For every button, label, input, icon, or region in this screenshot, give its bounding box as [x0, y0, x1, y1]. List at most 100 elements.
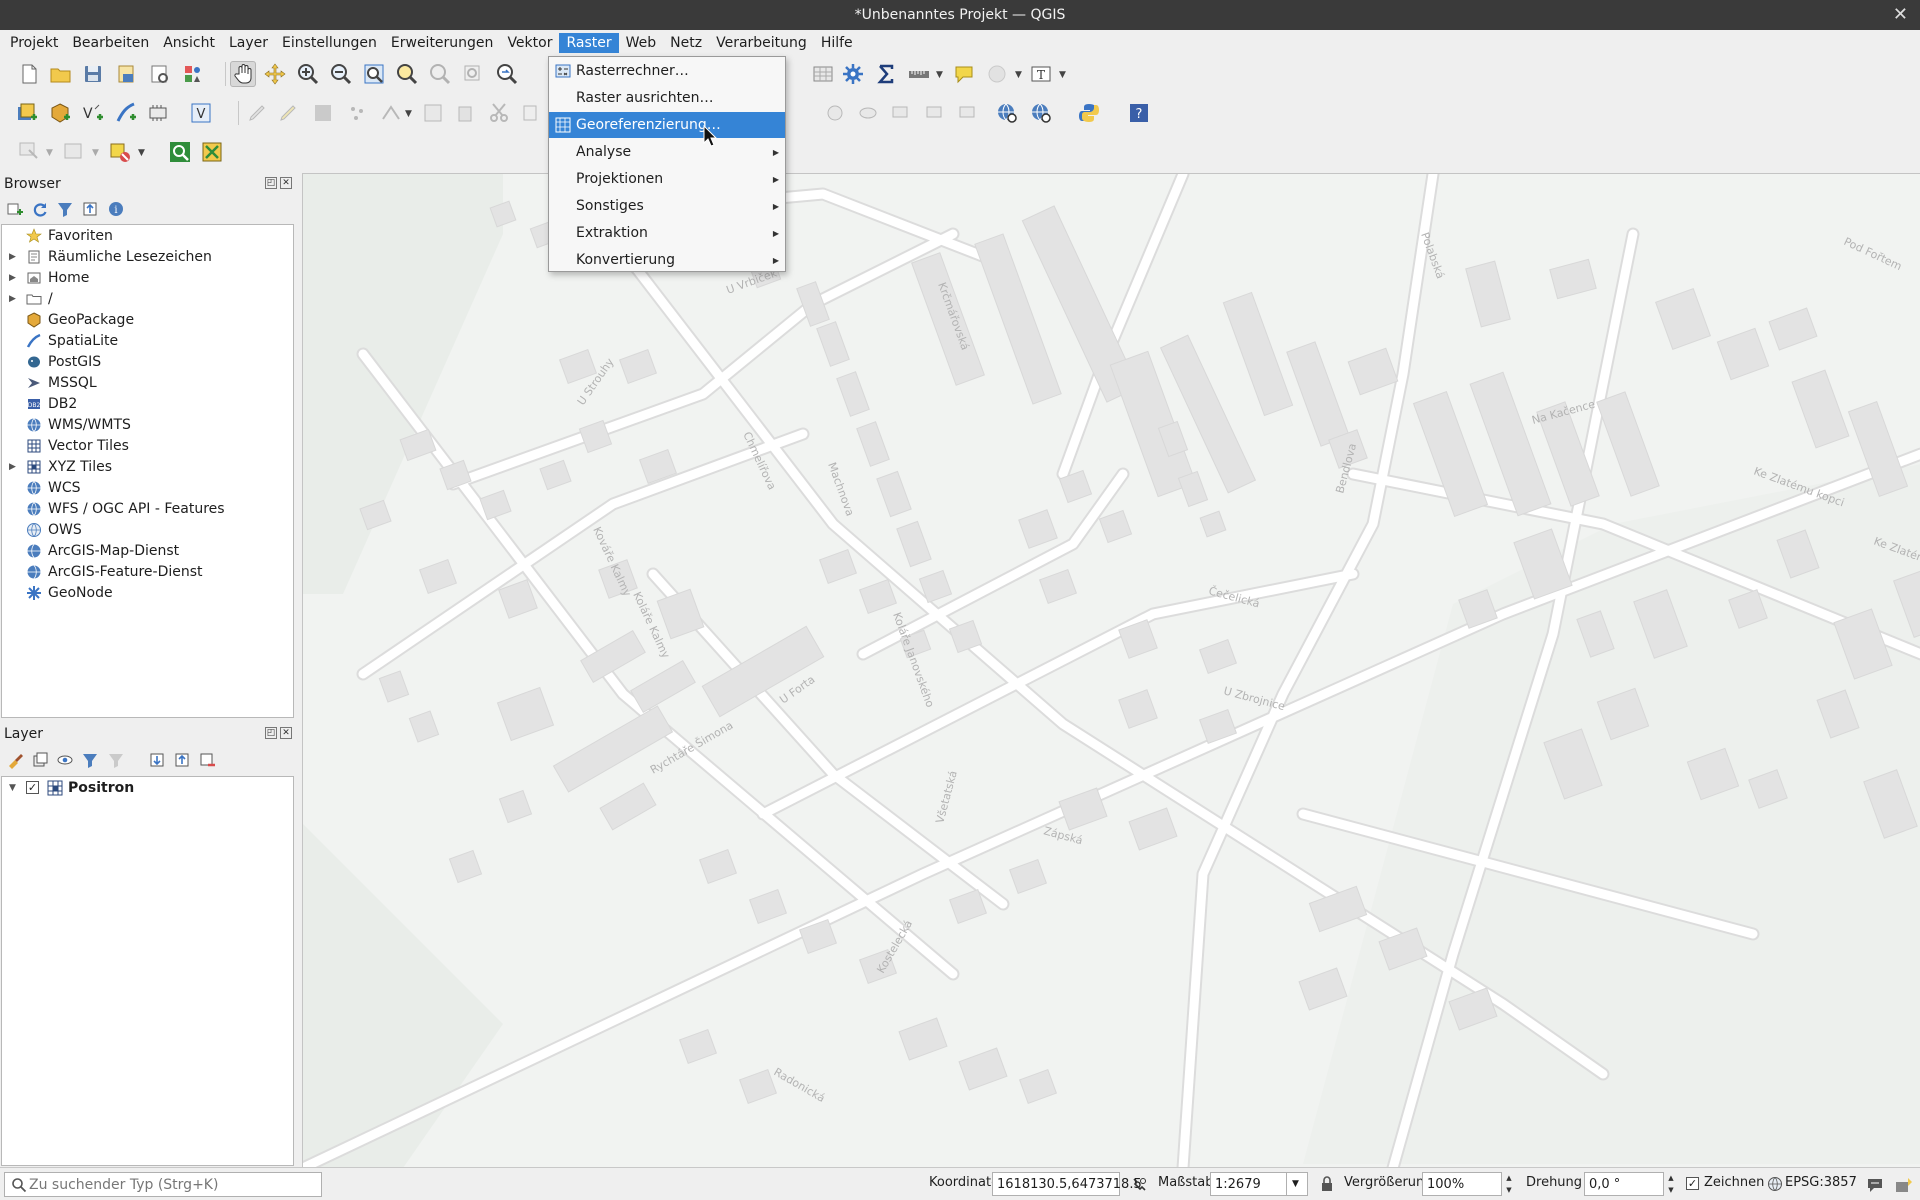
open-project-icon[interactable] [48, 61, 74, 87]
filter-browser-icon[interactable] [55, 199, 75, 219]
style-manager-icon[interactable] [180, 61, 206, 87]
browser-close-icon[interactable]: ✕ [280, 177, 292, 189]
new-spatialite-layer-icon[interactable] [113, 100, 139, 126]
menu-hilfe[interactable]: Hilfe [814, 33, 860, 53]
expand-arrow-icon[interactable]: ▶ [9, 252, 16, 262]
menu-netz[interactable]: Netz [663, 33, 709, 53]
text-annotation-icon[interactable]: T [1028, 61, 1054, 87]
browser-item[interactable]: Favoriten [2, 226, 292, 246]
render-checkbox[interactable]: ✓ [1686, 1177, 1699, 1190]
browser-item[interactable]: PostGIS [2, 352, 292, 372]
menu-item-projektionen[interactable]: Projektionen ▶ [549, 166, 785, 192]
browser-item[interactable]: ArcGIS-Map-Dienst [2, 541, 292, 561]
rotation-spin-icon[interactable]: ▲ ▼ [1665, 1172, 1677, 1196]
cut-features-icon[interactable] [486, 100, 512, 126]
menu-item-analyse[interactable]: Analyse ▶ [549, 139, 785, 165]
save-project-icon[interactable] [80, 61, 106, 87]
processing-toolbox-icon[interactable] [199, 139, 225, 165]
settings-gear-icon[interactable] [840, 61, 866, 87]
vertex-dropdown-arrow-icon[interactable]: ▼ [405, 109, 412, 119]
modify-attributes-icon[interactable] [420, 100, 446, 126]
zoom-native-icon[interactable] [460, 61, 486, 87]
browser-item[interactable]: WMS/WMTS [2, 415, 292, 435]
window-close-icon[interactable]: ✕ [1893, 4, 1908, 25]
save-edits-icon[interactable] [310, 100, 336, 126]
measure-dropdown-arrow-icon[interactable]: ▼ [936, 70, 943, 80]
zoom-full-icon[interactable] [361, 61, 387, 87]
new-print-layout-icon[interactable] [113, 61, 139, 87]
browser-item[interactable]: SpatiaLite [2, 331, 292, 351]
expand-arrow-icon[interactable]: ▶ [9, 273, 16, 283]
remove-layer-icon[interactable] [197, 750, 217, 770]
browser-item[interactable]: WFS / OGC API - Features [2, 499, 292, 519]
new-shapefile-layer-icon[interactable]: V [80, 100, 106, 126]
menu-item-raster-ausrichten[interactable]: Raster ausrichten… [549, 85, 785, 111]
digitize-point-icon[interactable] [344, 100, 370, 126]
plugin-updates-icon[interactable] [1894, 1174, 1914, 1194]
menu-layer[interactable]: Layer [222, 33, 275, 53]
label-move-icon[interactable] [922, 100, 948, 126]
toggle-editing-pencil-icon[interactable] [275, 100, 301, 126]
menu-raster[interactable]: Raster [559, 33, 619, 53]
browser-item[interactable]: ▶ / [2, 289, 292, 309]
label-rotate-icon[interactable] [955, 100, 981, 126]
rotation-field[interactable]: 0,0 ° [1584, 1172, 1664, 1196]
messages-icon[interactable] [1866, 1176, 1884, 1194]
menu-verarbeitung[interactable]: Verarbeitung [709, 33, 814, 53]
label-pin-icon[interactable] [855, 100, 881, 126]
label-highlight-icon[interactable] [888, 100, 914, 126]
menu-projekt[interactable]: Projekt [3, 33, 65, 53]
python-console-icon[interactable] [1076, 100, 1102, 126]
filter-legend-icon[interactable] [80, 750, 100, 770]
pan-to-selection-icon[interactable] [262, 61, 288, 87]
manage-visibility-eye-icon[interactable] [55, 750, 75, 770]
toggle-extents-mouse-icon[interactable] [1130, 1176, 1148, 1194]
lock-scale-icon[interactable] [1320, 1176, 1334, 1192]
menu-vektor[interactable]: Vektor [500, 33, 559, 53]
browser-item[interactable]: ArcGIS-Feature-Dienst [2, 562, 292, 582]
add-selected-layers-icon[interactable] [5, 199, 25, 219]
select-dropdown-arrow-icon[interactable]: ▼ [46, 148, 53, 158]
refresh-icon[interactable] [30, 199, 50, 219]
browser-item[interactable]: DB2 DB2 [2, 394, 292, 414]
delete-selected-icon[interactable] [452, 100, 478, 126]
locator-search-map-icon[interactable] [167, 139, 193, 165]
scale-dropdown-arrow-icon[interactable]: ▼ [1286, 1172, 1308, 1196]
collapse-all-icon[interactable] [80, 199, 100, 219]
layer-row-positron[interactable]: ▼ ✓ Positron [2, 778, 292, 798]
expand-all-icon[interactable] [147, 750, 167, 770]
menu-item-konvertierung[interactable]: Konvertierung ▶ [549, 247, 785, 273]
zoom-last-icon[interactable] [494, 61, 520, 87]
new-virtual-layer-icon[interactable]: V [188, 100, 214, 126]
browser-item[interactable]: GeoPackage [2, 310, 292, 330]
measure-ruler-icon[interactable] [906, 61, 932, 87]
browser-item[interactable]: WCS [2, 478, 292, 498]
menu-item-rasterrechner[interactable]: Rasterrechner… [549, 58, 785, 84]
statistics-sigma-icon[interactable] [873, 61, 899, 87]
browser-item[interactable]: ▶ Home [2, 268, 292, 288]
metasearch-add-globe-icon[interactable] [1028, 100, 1054, 126]
menu-item-extraktion[interactable]: Extraktion ▶ [549, 220, 785, 246]
coordinate-field[interactable]: 1618130.5,6473718.5 [992, 1172, 1142, 1196]
browser-item[interactable]: MSSQL [2, 373, 292, 393]
new-temporary-layer-icon[interactable] [146, 100, 172, 126]
zoom-to-layer-icon[interactable] [427, 61, 453, 87]
annotation-dropdown-arrow-icon[interactable]: ▼ [1059, 70, 1066, 80]
browser-item[interactable]: Vector Tiles [2, 436, 292, 456]
select-by-expression-icon[interactable] [60, 139, 86, 165]
browser-item[interactable]: ▶ Räumliche Lesezeichen [2, 247, 292, 267]
browser-item[interactable]: OWS [2, 520, 292, 540]
layer-expand-icon[interactable]: ▼ [9, 783, 16, 793]
new-project-icon[interactable] [16, 61, 42, 87]
expand-arrow-icon[interactable]: ▶ [9, 294, 16, 304]
menu-ansicht[interactable]: Ansicht [156, 33, 222, 53]
crs-status-button[interactable]: EPSG:3857 [1785, 1175, 1857, 1190]
magnifier-field[interactable]: 100% [1422, 1172, 1502, 1196]
expression-dropdown-arrow-icon[interactable]: ▼ [92, 148, 99, 158]
browser-item[interactable]: GeoNode [2, 583, 292, 603]
locator-dropdown-arrow-icon[interactable]: ▼ [1015, 70, 1022, 80]
search-locator-icon[interactable] [984, 61, 1010, 87]
layers-close-icon[interactable]: ✕ [280, 727, 292, 739]
collapse-all-layers-icon[interactable] [172, 750, 192, 770]
zoom-out-icon[interactable] [328, 61, 354, 87]
